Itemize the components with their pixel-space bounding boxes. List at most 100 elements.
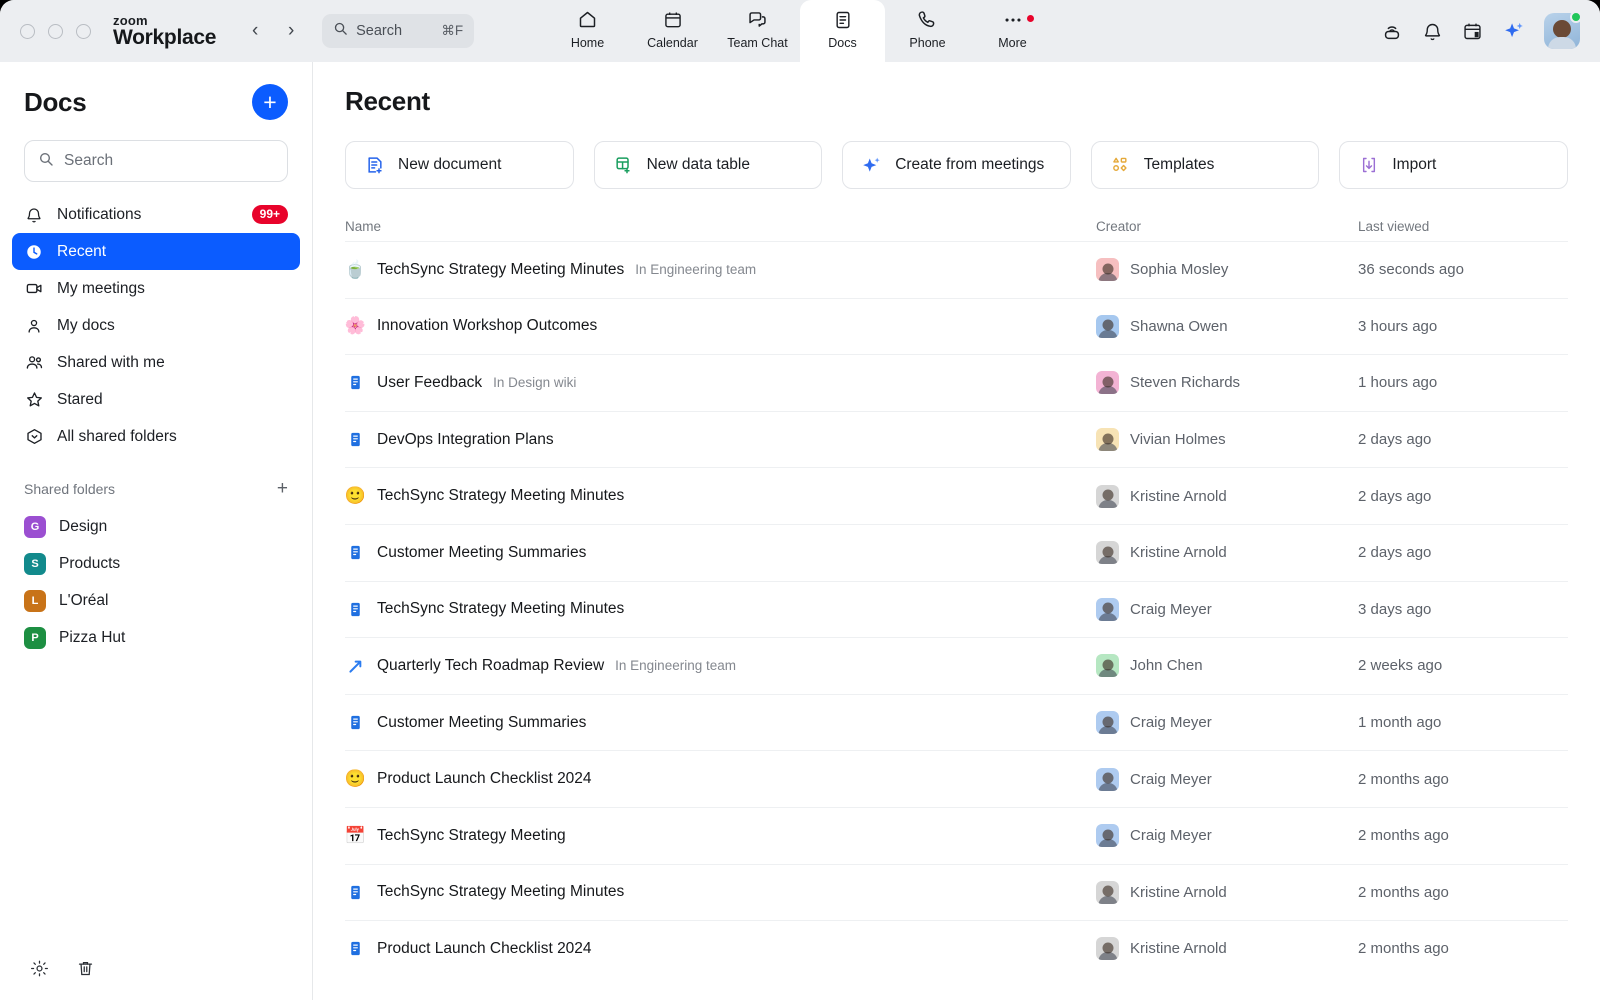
new-data-table-icon: [613, 155, 634, 175]
sidebar-item-my-docs[interactable]: My docs: [12, 307, 300, 344]
sidebar-item-shared-with-me[interactable]: Shared with me: [12, 344, 300, 381]
table-row[interactable]: 📅TechSync Strategy MeetingCraig Meyer2 m…: [345, 807, 1568, 864]
sidebar-item-recent[interactable]: Recent: [12, 233, 300, 270]
new-data-table-label: New data table: [647, 156, 750, 174]
tab-home[interactable]: Home: [545, 0, 630, 62]
last-viewed-cell: 2 days ago: [1358, 544, 1568, 561]
creator-name: Sophia Mosley: [1130, 261, 1228, 278]
minimize-window-button[interactable]: [48, 24, 63, 39]
new-doc-button[interactable]: +: [252, 84, 288, 120]
person-icon: [24, 317, 44, 335]
tab-team-chat[interactable]: Team Chat: [715, 0, 800, 62]
bell-icon: [24, 206, 44, 224]
create-from-meetings-button[interactable]: Create from meetings: [842, 141, 1071, 189]
add-shared-folder-button[interactable]: +: [277, 479, 288, 498]
sidebar-item-label: Stared: [57, 391, 103, 409]
column-header-creator[interactable]: Creator: [1096, 219, 1358, 234]
maximize-window-button[interactable]: [76, 24, 91, 39]
folder-item[interactable]: G Design: [12, 508, 300, 545]
avatar: [1096, 881, 1119, 904]
document-name-cell[interactable]: Customer Meeting Summaries: [345, 542, 1096, 563]
window-controls[interactable]: [0, 24, 91, 39]
tab-phone[interactable]: Phone: [885, 0, 970, 62]
trash-icon[interactable]: [76, 959, 95, 978]
column-header-last-viewed[interactable]: Last viewed: [1358, 219, 1568, 234]
creator-cell: Craig Meyer: [1096, 824, 1358, 847]
document-name-cell[interactable]: Quarterly Tech Roadmap ReviewIn Engineer…: [345, 655, 1096, 676]
user-avatar[interactable]: [1544, 13, 1580, 49]
table-row[interactable]: DevOps Integration PlansVivian Holmes2 d…: [345, 411, 1568, 468]
table-row[interactable]: Quarterly Tech Roadmap ReviewIn Engineer…: [345, 637, 1568, 694]
templates-button[interactable]: Templates: [1091, 141, 1320, 189]
sidebar-item-stared[interactable]: Stared: [12, 381, 300, 418]
table-row[interactable]: TechSync Strategy Meeting MinutesKristin…: [345, 864, 1568, 921]
sidebar-search-input[interactable]: Search: [24, 140, 288, 182]
document-name-cell[interactable]: 📅 TechSync Strategy Meeting: [345, 825, 1096, 846]
search-shortcut-hint: ⌘F: [441, 23, 463, 39]
sidebar-item-label: All shared folders: [57, 428, 177, 446]
document-title: User Feedback: [377, 374, 482, 392]
document-name-cell[interactable]: TechSync Strategy Meeting Minutes: [345, 599, 1096, 620]
table-row[interactable]: 🌸Innovation Workshop OutcomesShawna Owen…: [345, 298, 1568, 355]
table-row[interactable]: Customer Meeting SummariesCraig Meyer1 m…: [345, 694, 1568, 751]
cast-icon[interactable]: [1381, 20, 1403, 42]
table-row[interactable]: 🍵TechSync Strategy Meeting MinutesIn Eng…: [345, 241, 1568, 298]
sidebar-title: Docs: [24, 87, 86, 118]
document-name-cell[interactable]: 🌸Innovation Workshop Outcomes: [345, 316, 1096, 337]
document-title: TechSync Strategy Meeting: [377, 827, 566, 845]
new-data-table-button[interactable]: New data table: [594, 141, 823, 189]
document-name-cell[interactable]: DevOps Integration Plans: [345, 429, 1096, 450]
shared-folders-list: G Design S Products L L'Oréal P Pizza Hu…: [0, 508, 312, 656]
column-header-name[interactable]: Name: [345, 219, 1096, 234]
folder-item[interactable]: P Pizza Hut: [12, 619, 300, 656]
table-row[interactable]: TechSync Strategy Meeting MinutesCraig M…: [345, 581, 1568, 638]
gear-icon[interactable]: [30, 959, 49, 978]
document-emoji-icon: 📅: [345, 825, 366, 846]
document-name-cell[interactable]: Product Launch Checklist 2024: [345, 938, 1096, 959]
tab-home-label: Home: [571, 36, 604, 50]
sidebar-nav: Notifications 99+ Recent My meetings: [0, 196, 312, 455]
page-title: Recent: [313, 62, 1600, 117]
creator-name: Craig Meyer: [1130, 714, 1212, 731]
shared-folders-title: Shared folders: [24, 481, 115, 497]
global-search-input[interactable]: Search ⌘F: [322, 14, 474, 48]
sidebar-item-all-shared-folders[interactable]: All shared folders: [12, 418, 300, 455]
new-document-button[interactable]: New document: [345, 141, 574, 189]
calendar-icon[interactable]: [1462, 21, 1483, 42]
bell-icon[interactable]: [1422, 21, 1443, 42]
creator-cell: Kristine Arnold: [1096, 485, 1358, 508]
document-name-cell[interactable]: User FeedbackIn Design wiki: [345, 372, 1096, 393]
sidebar-item-label: My docs: [57, 317, 115, 335]
tab-more[interactable]: More: [970, 0, 1055, 62]
import-button[interactable]: Import: [1339, 141, 1568, 189]
sidebar-item-notifications[interactable]: Notifications 99+: [12, 196, 300, 233]
zoom-workplace-logo: zoom Workplace: [113, 14, 216, 49]
sidebar-item-my-meetings[interactable]: My meetings: [12, 270, 300, 307]
last-viewed-cell: 2 months ago: [1358, 771, 1568, 788]
calendar-icon: [663, 9, 683, 31]
avatar: [1096, 485, 1119, 508]
tab-docs[interactable]: Docs: [800, 0, 885, 62]
document-name-cell[interactable]: 🍵TechSync Strategy Meeting MinutesIn Eng…: [345, 259, 1096, 280]
back-button[interactable]: ‹: [242, 18, 268, 44]
table-row[interactable]: Customer Meeting SummariesKristine Arnol…: [345, 524, 1568, 581]
folder-item[interactable]: S Products: [12, 545, 300, 582]
document-name-cell[interactable]: 🙂TechSync Strategy Meeting Minutes: [345, 486, 1096, 507]
creator-cell: John Chen: [1096, 654, 1358, 677]
sidebar-item-label: Shared with me: [57, 354, 165, 372]
table-row[interactable]: 🙂TechSync Strategy Meeting MinutesKristi…: [345, 467, 1568, 524]
more-notification-dot: [1027, 15, 1034, 22]
table-row[interactable]: User FeedbackIn Design wikiSteven Richar…: [345, 354, 1568, 411]
table-row[interactable]: 🙂Product Launch Checklist 2024Craig Meye…: [345, 750, 1568, 807]
forward-button[interactable]: ›: [278, 18, 304, 44]
table-row[interactable]: Product Launch Checklist 2024Kristine Ar…: [345, 920, 1568, 977]
folder-badge: G: [24, 516, 46, 538]
document-name-cell[interactable]: 🙂Product Launch Checklist 2024: [345, 769, 1096, 790]
document-name-cell[interactable]: TechSync Strategy Meeting Minutes: [345, 882, 1096, 903]
ai-sparkle-icon[interactable]: [1502, 20, 1525, 43]
star-icon: [24, 390, 44, 409]
close-window-button[interactable]: [20, 24, 35, 39]
document-name-cell[interactable]: Customer Meeting Summaries: [345, 712, 1096, 733]
tab-calendar[interactable]: Calendar: [630, 0, 715, 62]
folder-item[interactable]: L L'Oréal: [12, 582, 300, 619]
